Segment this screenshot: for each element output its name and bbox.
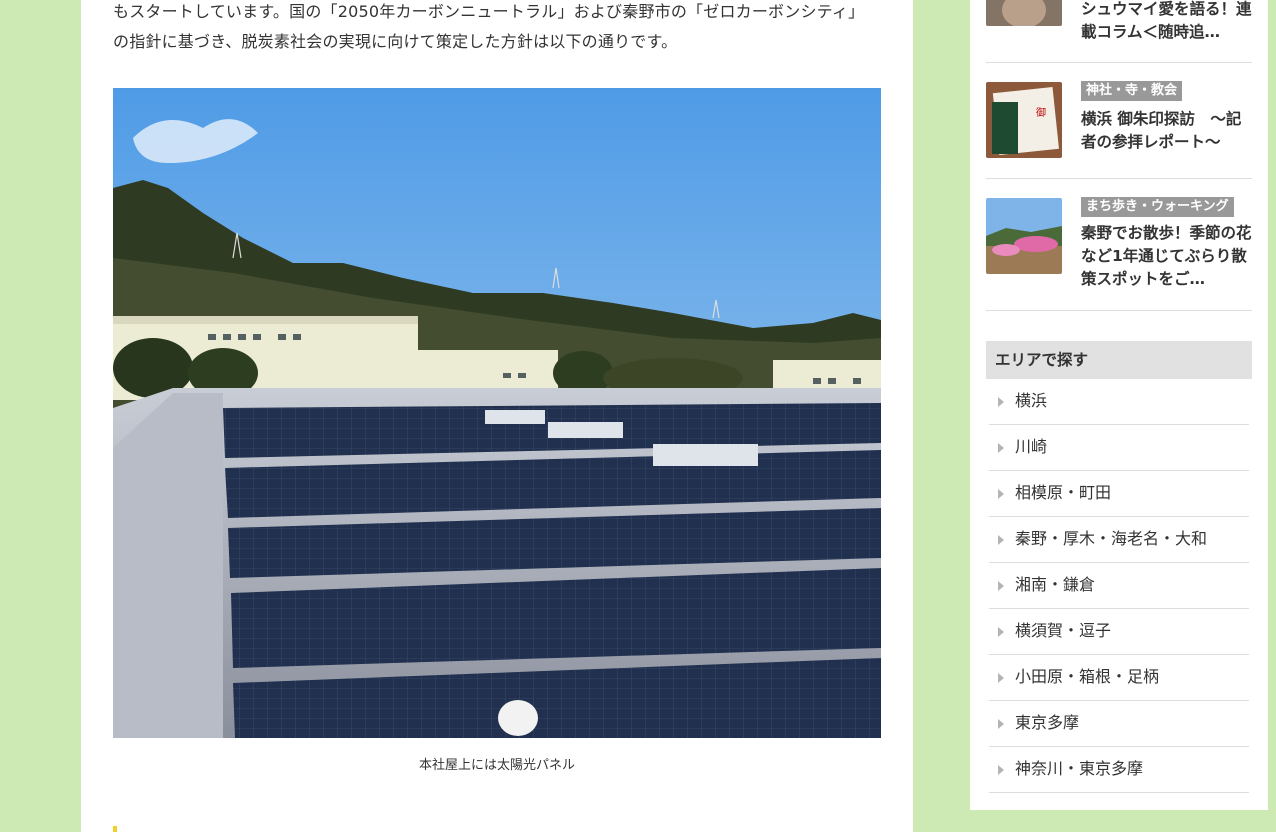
post-title[interactable]: 横浜 御朱印探訪 ～記者の参拝レポート～: [1081, 108, 1253, 154]
triangle-right-icon: [998, 443, 1004, 453]
area-item-kawasaki[interactable]: 川崎: [989, 425, 1249, 471]
area-item-label: 湘南・鎌倉: [1015, 575, 1096, 594]
post-thumbnail[interactable]: [986, 0, 1062, 26]
post-title[interactable]: シュウマイ愛を語る！連載コラム＜随時追…: [1081, 0, 1253, 44]
area-item-label: 横須賀・逗子: [1015, 621, 1112, 640]
triangle-right-icon: [998, 397, 1004, 407]
area-item-hadano-atsugi-ebina-yamato[interactable]: 秦野・厚木・海老名・大和: [989, 517, 1249, 563]
area-item-sagamihara-machida[interactable]: 相模原・町田: [989, 471, 1249, 517]
area-item-yokosuka-zushi[interactable]: 横須賀・逗子: [989, 609, 1249, 655]
area-item-shonan-kamakura[interactable]: 湘南・鎌倉: [989, 563, 1249, 609]
area-item-kanagawa-tokyo-tama[interactable]: 神奈川・東京多摩: [989, 747, 1249, 793]
sidebar-post[interactable]: シュウマイ愛を語る！連載コラム＜随時追…: [986, 0, 1252, 63]
sidebar: シュウマイ愛を語る！連載コラム＜随時追… 御 神社・寺・教会 横浜 御朱印探訪 …: [970, 0, 1268, 810]
area-item-yokohama[interactable]: 横浜: [989, 379, 1249, 425]
post-thumbnail[interactable]: 御: [986, 82, 1062, 158]
heading-accent-bar: [113, 826, 117, 832]
triangle-right-icon: [998, 673, 1004, 683]
area-item-label: 川崎: [1015, 437, 1048, 456]
photo-caption: 本社屋上には太陽光パネル: [418, 758, 575, 773]
area-item-label: 東京多摩: [1015, 713, 1080, 732]
area-search-heading: エリアで探す: [986, 341, 1252, 379]
triangle-right-icon: [998, 627, 1004, 637]
post-thumbnail[interactable]: [986, 198, 1062, 274]
article-main: もスタートしています。国の「2050年カーボンニュートラル」および秦野市の「ゼロ…: [81, 0, 913, 832]
triangle-right-icon: [998, 535, 1004, 545]
svg-text:御: 御: [1036, 106, 1046, 119]
article-paragraph: もスタートしています。国の「2050年カーボンニュートラル」および秦野市の「ゼロ…: [113, 0, 883, 57]
area-item-odawara-hakone-ashigara[interactable]: 小田原・箱根・足柄: [989, 655, 1249, 701]
area-item-label: 秦野・厚木・海老名・大和: [1015, 529, 1208, 548]
triangle-right-icon: [998, 489, 1004, 499]
solar-panel-photo: [113, 88, 881, 738]
paragraph-line-2: の指針に基づき、脱炭素社会の実現に向けて策定した方針は以下の通りです。: [113, 32, 678, 51]
area-item-tokyo-tama[interactable]: 東京多摩: [989, 701, 1249, 747]
triangle-right-icon: [998, 719, 1004, 729]
triangle-right-icon: [998, 581, 1004, 591]
post-category-badge[interactable]: まち歩き・ウォーキング: [1081, 197, 1234, 217]
paragraph-line-1: もスタートしています。国の「2050年カーボンニュートラル」および秦野市の「ゼロ…: [113, 2, 865, 21]
sidebar-post[interactable]: 御 神社・寺・教会 横浜 御朱印探訪 ～記者の参拝レポート～: [986, 63, 1252, 179]
area-list: 横浜 川崎 相模原・町田 秦野・厚木・海老名・大和 湘南・鎌倉 横須賀・逗子 小…: [989, 379, 1249, 793]
area-item-label: 横浜: [1015, 391, 1048, 410]
triangle-right-icon: [998, 765, 1004, 775]
area-item-label: 相模原・町田: [1015, 483, 1112, 502]
post-category-badge[interactable]: 神社・寺・教会: [1081, 81, 1183, 101]
area-item-label: 神奈川・東京多摩: [1015, 759, 1144, 778]
post-title[interactable]: 秦野でお散歩！季節の花など1年通じてぶらり散策スポットをご…: [1081, 222, 1253, 291]
area-item-label: 小田原・箱根・足柄: [1015, 667, 1160, 686]
sidebar-post[interactable]: まち歩き・ウォーキング 秦野でお散歩！季節の花など1年通じてぶらり散策スポットを…: [986, 179, 1252, 311]
